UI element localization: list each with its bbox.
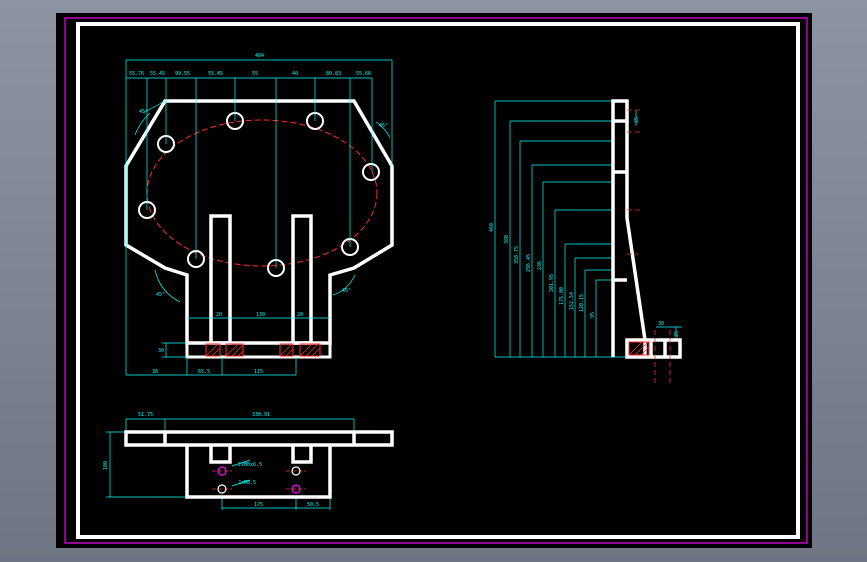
arc-angle-right: 45° bbox=[342, 288, 351, 294]
dim-label: 80.83 bbox=[326, 71, 341, 77]
vdim-label: 460 bbox=[489, 223, 495, 232]
vdim-label: 350.75 bbox=[514, 246, 520, 264]
dim-label: 65.5 bbox=[198, 369, 210, 375]
dim-label: 175 bbox=[254, 502, 263, 508]
vdim-label: 296.45 bbox=[526, 254, 532, 272]
angle-right: 45° bbox=[379, 123, 388, 129]
dim-label: 115 bbox=[254, 369, 263, 375]
hole-callout: 2xM8.5 bbox=[238, 480, 256, 486]
vdim-label: 95 bbox=[590, 312, 596, 318]
dim-label: 51.75 bbox=[138, 412, 153, 418]
slot-dim: 20 bbox=[216, 312, 222, 318]
tdim-label: 30 bbox=[658, 321, 664, 327]
slot-dim: 20 bbox=[297, 312, 303, 318]
dim-label: 38 bbox=[152, 369, 158, 375]
vdim-label: 120.15 bbox=[579, 294, 585, 312]
dim-label: 55 bbox=[252, 71, 258, 77]
vdim-label: 236 bbox=[537, 261, 543, 270]
dim-label: 100 bbox=[103, 461, 109, 470]
cad-viewport[interactable]: 484 55.76 55.45 99.55 55.45 55 40 80.83 … bbox=[0, 0, 867, 562]
dim-label: 55.76 bbox=[129, 71, 144, 77]
tdim-label: 25 bbox=[634, 117, 640, 123]
dim-label: 330.91 bbox=[252, 412, 270, 418]
vdim-label: 175.00 bbox=[559, 287, 565, 305]
dim-label: 30 bbox=[158, 348, 164, 354]
tdim-label: 25 bbox=[674, 331, 680, 337]
vdim-label: 152.54 bbox=[569, 292, 575, 310]
dim-label: 50.5 bbox=[307, 502, 319, 508]
dim-overall-width: 484 bbox=[255, 53, 264, 59]
dim-label: 40 bbox=[292, 71, 298, 77]
dim-label: 99.55 bbox=[175, 71, 190, 77]
vdim-label: 380 bbox=[504, 235, 510, 244]
angle-left: 45° bbox=[139, 109, 148, 115]
vdim-label: 201.95 bbox=[549, 274, 555, 292]
drawing-sheet bbox=[56, 13, 812, 548]
dim-label: 55.45 bbox=[150, 71, 165, 77]
hole-callout: 2xM8x6.5 bbox=[238, 462, 262, 468]
arc-angle-left: 45° bbox=[156, 292, 165, 298]
dim-label: 55.45 bbox=[208, 71, 223, 77]
slot-dim: 130 bbox=[256, 312, 265, 318]
dim-label: 55.66 bbox=[356, 71, 371, 77]
